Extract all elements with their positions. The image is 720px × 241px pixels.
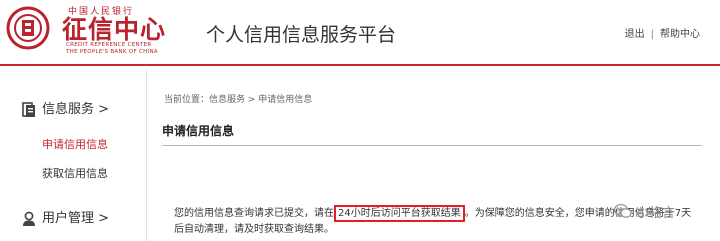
watermark-text: 小格言 [636,206,676,221]
logo-english-line2: THE PEOPLE'S BANK OF CHINA [66,49,158,55]
sidebar: 信息服务 > 申请信用信息 获取信用信息 用户管理 > [0,66,146,241]
highlighted-retrieval-time: 24小时后访问平台获取结果 [334,205,465,222]
logout-link[interactable]: 退出 [625,29,645,40]
breadcrumb: 当前位置：信息服务 > 申请信用信息 [164,95,313,105]
help-center-link[interactable]: 帮助中心 [660,29,700,40]
link-separator: | [650,29,654,40]
site-title: 个人信用信息服务平台 [206,24,397,46]
page-title: 申请信用信息 [162,124,235,138]
top-links: 退出 | 帮助中心 [625,25,700,40]
watermark: 小格言 [614,200,694,224]
sidebar-item-apply-credit-info[interactable]: 申请信用信息 [42,136,108,152]
message-text-before: 您的信用信息查询请求已提交，请在 [174,208,334,219]
document-icon [22,101,35,117]
sidebar-item-get-credit-info[interactable]: 获取信用信息 [42,165,108,181]
logo-title: 征信中心 [62,15,167,44]
sidebar-group-info-service[interactable]: 信息服务 > [22,98,109,118]
header: 中国人民银行 征信中心 CREDIT REFERENCE CENTER THE … [0,0,720,62]
sidebar-group-label: 用户管理 > [42,211,110,226]
credit-center-seal-icon [6,6,50,50]
sidebar-group-label: 信息服务 > [42,102,110,117]
sidebar-group-user-management[interactable]: 用户管理 > [22,207,109,227]
wechat-icon [614,203,632,218]
sidebar-divider [146,70,147,241]
logo[interactable]: 中国人民银行 征信中心 CREDIT REFERENCE CENTER THE … [6,4,166,58]
title-divider [162,145,702,146]
user-icon [23,211,35,226]
logo-english-line1: CREDIT REFERENCE CENTER [66,42,152,48]
message-line-2: 后自动清理，请及时获取查询结果。 [174,224,334,235]
